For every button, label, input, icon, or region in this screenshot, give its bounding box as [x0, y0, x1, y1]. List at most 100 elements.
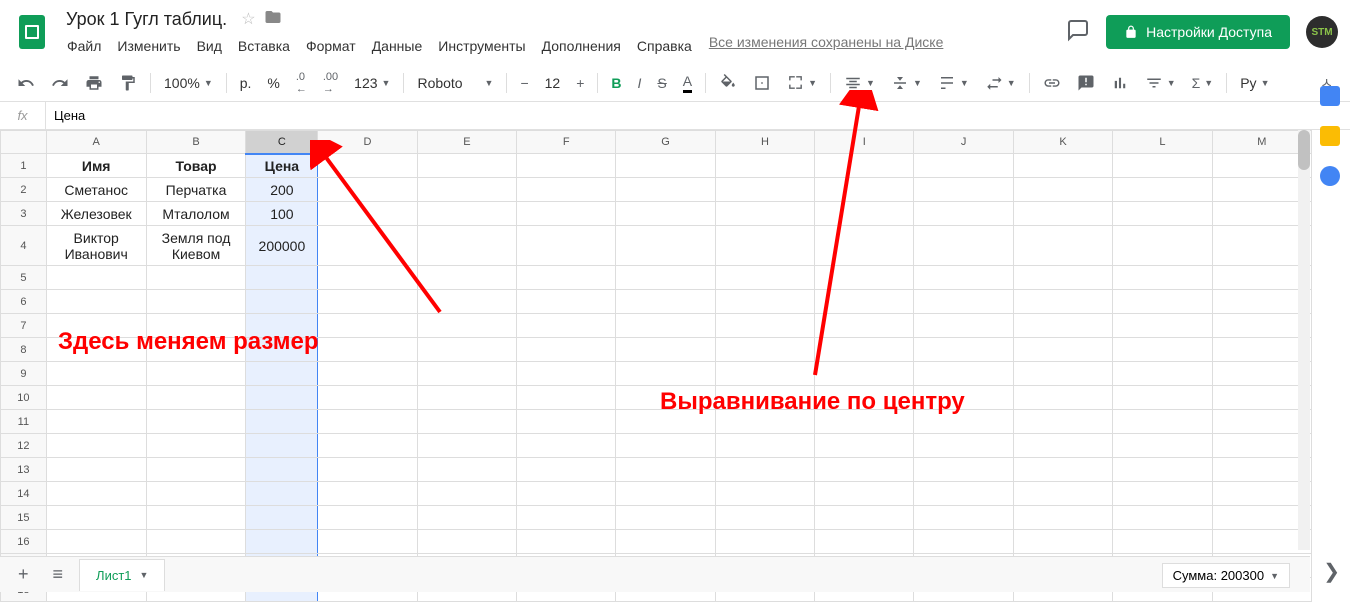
cell-F11[interactable] — [517, 410, 616, 434]
row-header-12[interactable]: 12 — [1, 434, 47, 458]
col-header-B[interactable]: B — [146, 131, 246, 154]
sum-status[interactable]: Сумма: 200300 ▼ — [1162, 563, 1290, 588]
row-header-10[interactable]: 10 — [1, 386, 47, 410]
cell-M2[interactable] — [1212, 178, 1311, 202]
redo-button[interactable] — [44, 68, 76, 98]
cell-F6[interactable] — [517, 290, 616, 314]
cell-M8[interactable] — [1212, 338, 1311, 362]
cell-L14[interactable] — [1113, 482, 1212, 506]
cell-E3[interactable] — [417, 202, 516, 226]
cell-G3[interactable] — [616, 202, 715, 226]
cell-A13[interactable] — [46, 458, 146, 482]
cell-F15[interactable] — [517, 506, 616, 530]
italic-button[interactable]: I — [631, 69, 649, 97]
row-header-13[interactable]: 13 — [1, 458, 47, 482]
col-header-A[interactable]: A — [46, 131, 146, 154]
cell-L11[interactable] — [1113, 410, 1212, 434]
cell-A9[interactable] — [46, 362, 146, 386]
cell-K7[interactable] — [1013, 314, 1112, 338]
cell-J5[interactable] — [914, 266, 1013, 290]
add-sheet-button[interactable]: + — [10, 560, 37, 589]
cell-J6[interactable] — [914, 290, 1013, 314]
cell-H13[interactable] — [715, 458, 814, 482]
cell-A15[interactable] — [46, 506, 146, 530]
cell-K15[interactable] — [1013, 506, 1112, 530]
cell-J13[interactable] — [914, 458, 1013, 482]
row-header-8[interactable]: 8 — [1, 338, 47, 362]
input-language-button[interactable]: Ру▼ — [1233, 69, 1276, 97]
cell-I15[interactable] — [815, 506, 914, 530]
cell-B2[interactable]: Перчатка — [146, 178, 246, 202]
cell-K12[interactable] — [1013, 434, 1112, 458]
cell-B10[interactable] — [146, 386, 246, 410]
cell-K6[interactable] — [1013, 290, 1112, 314]
row-header-9[interactable]: 9 — [1, 362, 47, 386]
currency-button[interactable]: р. — [233, 69, 259, 97]
star-icon[interactable]: ☆ — [241, 9, 255, 29]
cell-M10[interactable] — [1212, 386, 1311, 410]
cell-I6[interactable] — [815, 290, 914, 314]
cell-D5[interactable] — [318, 266, 417, 290]
formula-input[interactable]: Цена — [46, 102, 1350, 129]
cell-D16[interactable] — [318, 530, 417, 554]
text-color-button[interactable]: A — [676, 67, 699, 99]
cell-G2[interactable] — [616, 178, 715, 202]
cell-B16[interactable] — [146, 530, 246, 554]
cell-L16[interactable] — [1113, 530, 1212, 554]
cell-I4[interactable] — [815, 226, 914, 266]
folder-icon[interactable] — [264, 8, 282, 31]
cell-K9[interactable] — [1013, 362, 1112, 386]
cell-H9[interactable] — [715, 362, 814, 386]
cell-F12[interactable] — [517, 434, 616, 458]
cell-F13[interactable] — [517, 458, 616, 482]
cell-J1[interactable] — [914, 154, 1013, 178]
cell-H2[interactable] — [715, 178, 814, 202]
col-header-H[interactable]: H — [715, 131, 814, 154]
cell-M14[interactable] — [1212, 482, 1311, 506]
menu-help[interactable]: Справка — [630, 34, 699, 58]
cell-H4[interactable] — [715, 226, 814, 266]
cell-B9[interactable] — [146, 362, 246, 386]
cell-D4[interactable] — [318, 226, 417, 266]
fill-color-button[interactable] — [712, 68, 744, 98]
cell-L7[interactable] — [1113, 314, 1212, 338]
row-header-2[interactable]: 2 — [1, 178, 47, 202]
cell-L5[interactable] — [1113, 266, 1212, 290]
col-header-L[interactable]: L — [1113, 131, 1212, 154]
cell-D12[interactable] — [318, 434, 417, 458]
cell-C3[interactable]: 100 — [246, 202, 318, 226]
cell-A16[interactable] — [46, 530, 146, 554]
cell-K10[interactable] — [1013, 386, 1112, 410]
cell-L3[interactable] — [1113, 202, 1212, 226]
row-header-6[interactable]: 6 — [1, 290, 47, 314]
cell-M11[interactable] — [1212, 410, 1311, 434]
cell-F4[interactable] — [517, 226, 616, 266]
cell-E13[interactable] — [417, 458, 516, 482]
col-header-C[interactable]: C — [246, 131, 318, 154]
cell-A12[interactable] — [46, 434, 146, 458]
row-header-15[interactable]: 15 — [1, 506, 47, 530]
cell-J9[interactable] — [914, 362, 1013, 386]
cell-B6[interactable] — [146, 290, 246, 314]
cell-I8[interactable] — [815, 338, 914, 362]
merge-cells-button[interactable]: ▼ — [780, 68, 824, 97]
cell-J16[interactable] — [914, 530, 1013, 554]
font-size-input[interactable]: 12 — [538, 69, 568, 97]
number-format-dropdown[interactable]: 123▼ — [347, 69, 397, 97]
row-header-4[interactable]: 4 — [1, 226, 47, 266]
cell-L10[interactable] — [1113, 386, 1212, 410]
cell-H7[interactable] — [715, 314, 814, 338]
cell-H12[interactable] — [715, 434, 814, 458]
cell-D14[interactable] — [318, 482, 417, 506]
vertical-align-button[interactable]: ▼ — [884, 68, 929, 98]
cell-A10[interactable] — [46, 386, 146, 410]
cell-F7[interactable] — [517, 314, 616, 338]
col-header-K[interactable]: K — [1013, 131, 1112, 154]
borders-button[interactable] — [746, 68, 778, 98]
app-logo[interactable] — [12, 12, 52, 52]
cell-A6[interactable] — [46, 290, 146, 314]
cell-J2[interactable] — [914, 178, 1013, 202]
cell-F1[interactable] — [517, 154, 616, 178]
cell-K5[interactable] — [1013, 266, 1112, 290]
cell-F5[interactable] — [517, 266, 616, 290]
